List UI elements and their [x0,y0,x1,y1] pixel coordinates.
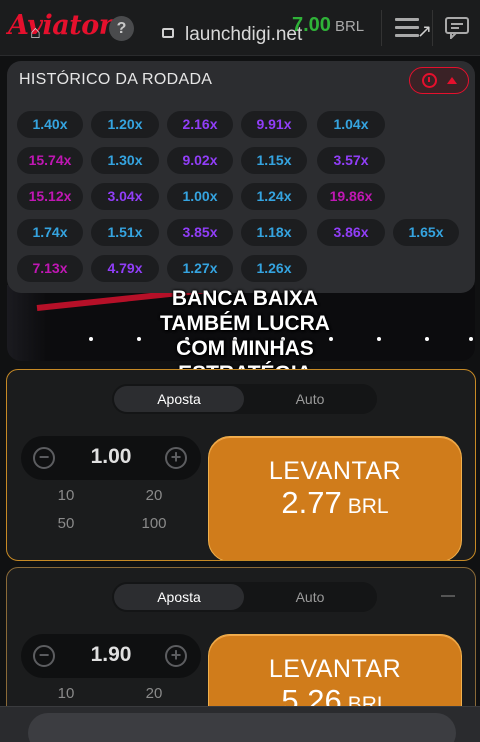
tab-auto[interactable]: Auto [245,386,375,412]
multiplier-chip[interactable]: 3.04x [91,183,159,210]
menu-icon[interactable] [395,18,419,38]
cashout-currency: BRL [347,495,389,518]
tab-bet[interactable]: Aposta [114,584,244,610]
caption-line: BANCA BAIXA [171,287,319,310]
round-history-panel: HISTÓRICO DA RODADA 1.40x 1.20x 2.16x 9.91x… [7,61,475,293]
history-toggle-button[interactable] [409,67,469,94]
chat-icon[interactable] [445,17,471,39]
multiplier-chip[interactable]: 9.91x [241,111,307,138]
chevron-up-icon [447,77,457,84]
quick-amount-button[interactable]: 20 [119,487,189,504]
multiplier-chip[interactable]: 3.86x [317,219,385,246]
dot [469,337,473,341]
divider [381,10,382,46]
aviator-logo: Aviator [8,10,113,41]
remove-panel-icon[interactable] [441,595,455,597]
multiplier-chip[interactable]: 1.65x [393,219,459,246]
balance-currency: BRL [334,18,365,35]
clock-icon [422,73,437,88]
multiplier-chip[interactable]: 1.04x [317,111,385,138]
aviator-game-screen: Aviator ? 7.00 BRL HISTÓRICO DA RODADA 1… [0,0,480,742]
multiplier-chip[interactable]: 1.18x [241,219,307,246]
home-icon[interactable]: ⌂ [30,22,41,43]
multiplier-chip[interactable]: 1.30x [91,147,159,174]
multiplier-chip[interactable]: 4.79x [91,255,159,282]
quick-amount-button[interactable]: 10 [31,685,101,702]
multiplier-chip[interactable]: 1.40x [17,111,83,138]
plus-icon[interactable]: + [165,645,187,667]
quick-amount-button[interactable]: 20 [119,685,189,702]
plus-icon[interactable]: + [165,447,187,469]
multiplier-chip[interactable]: 15.12x [17,183,83,210]
multiplier-chip[interactable]: 1.27x [167,255,233,282]
bet-panel-1: Aposta Auto − 1.00 + 10 20 50 100 LEVANT… [6,369,476,561]
bet-amount-stepper: − 1.00 + [21,436,201,480]
multiplier-chip[interactable]: 1.24x [241,183,307,210]
bet-mode-tabs: Aposta Auto [112,384,377,414]
bet-mode-tabs: Aposta Auto [112,582,377,612]
browser-bar [0,706,480,742]
caption-line: TAMBÉM LUCRA [160,312,330,335]
tab-bet[interactable]: Aposta [114,386,244,412]
multiplier-chip[interactable]: 3.57x [317,147,385,174]
quick-amount-button[interactable]: 10 [31,487,101,504]
address-bar[interactable] [28,713,456,742]
game-background [7,285,47,361]
bet-amount-value[interactable]: 1.00 [61,445,161,469]
multiplier-chip[interactable]: 2.16x [167,111,233,138]
cashout-button[interactable]: LEVANTAR 2.77 BRL [208,436,462,560]
history-title: HISTÓRICO DA RODADA [19,71,213,88]
multiplier-chip[interactable]: 1.26x [241,255,307,282]
multiplier-chip[interactable]: 19.86x [317,183,385,210]
caption-line: COM MINHAS [176,337,314,360]
dot [425,337,429,341]
multiplier-chip[interactable]: 1.74x [17,219,83,246]
cashout-value: 2.77 [281,485,342,520]
cashout-amount: 2.77 BRL [209,485,461,521]
share-icon[interactable]: ↗ [417,21,432,42]
multiplier-chip[interactable]: 1.51x [91,219,159,246]
multiplier-chip[interactable]: 1.15x [241,147,307,174]
cashout-label: LEVANTAR [268,457,402,485]
balance-display: 7.00 BRL [292,14,364,37]
quick-amount-button[interactable]: 50 [31,515,101,532]
multiplier-chip[interactable]: 7.13x [17,255,83,282]
url-text[interactable]: launchdigi.net [185,24,302,46]
divider [432,10,433,46]
tab-auto[interactable]: Auto [245,584,375,610]
bet-amount-stepper: − 1.90 + [21,634,201,678]
multiplier-chip[interactable]: 1.00x [167,183,233,210]
minus-icon[interactable]: − [33,645,55,667]
bet-amount-value[interactable]: 1.90 [61,643,161,667]
multiplier-chip[interactable]: 15.74x [17,147,83,174]
lock-icon [162,28,174,38]
quick-amount-button[interactable]: 100 [119,515,189,532]
cashout-label: LEVANTAR [268,655,402,683]
multiplier-chip[interactable]: 3.85x [167,219,233,246]
minus-icon[interactable]: − [33,447,55,469]
multiplier-chip[interactable]: 1.20x [91,111,159,138]
help-icon[interactable]: ? [109,16,134,41]
multiplier-chip[interactable]: 9.02x [167,147,233,174]
